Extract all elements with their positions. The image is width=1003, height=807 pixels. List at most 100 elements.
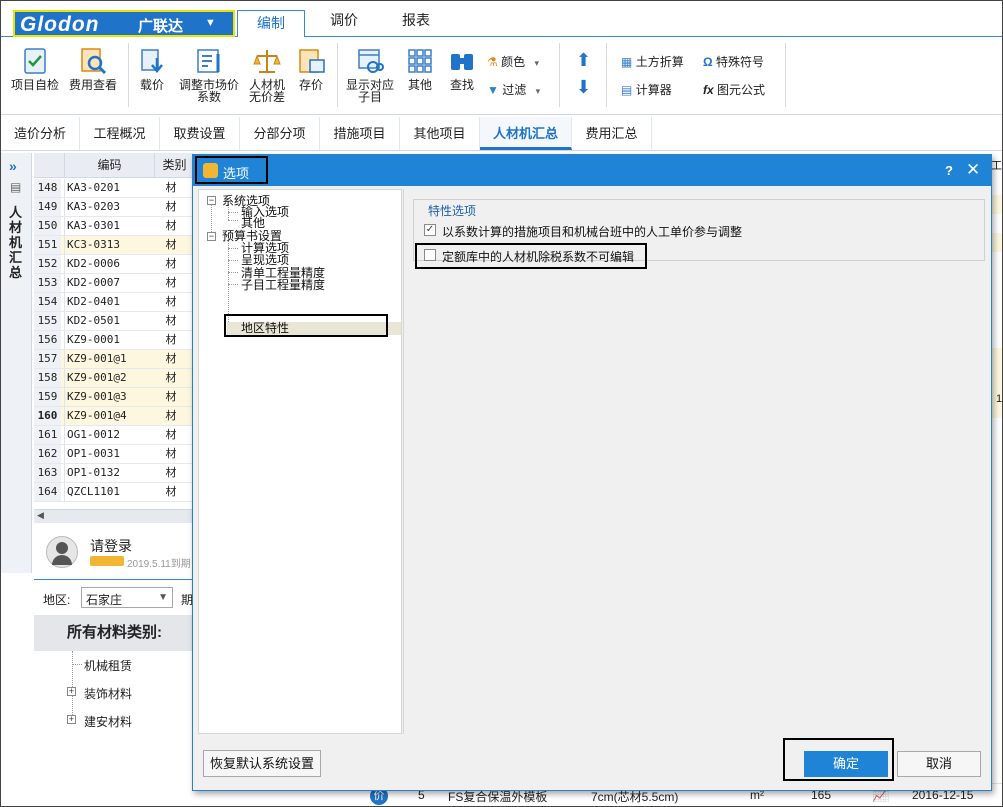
table-row[interactable]: 153 KD2-0007 材: [34, 274, 194, 293]
category-item[interactable]: 装饰材料: [84, 685, 132, 702]
table-row[interactable]: 152 KD2-0006 材: [34, 255, 194, 274]
row-type[interactable]: 材: [156, 312, 186, 330]
table-row[interactable]: 150 KA3-0301 材: [34, 217, 194, 236]
grid-header-type[interactable]: 类别: [154, 153, 194, 178]
row-code[interactable]: OG1-0012: [64, 426, 152, 444]
tree-sub-precision[interactable]: 子目工程量精度: [241, 279, 325, 291]
fee-view-button[interactable]: 费用查看: [65, 46, 121, 91]
calculator-button[interactable]: ▤ 计算器: [621, 81, 672, 98]
row-code[interactable]: KZ9-001@2: [64, 369, 152, 387]
restore-defaults-button[interactable]: 恢复默认系统设置: [203, 750, 321, 777]
tab-fee-summary[interactable]: 费用汇总: [572, 117, 652, 150]
row-code[interactable]: KD2-0401: [64, 293, 152, 311]
opt1-label[interactable]: 以系数计算的措施项目和机械台班中的人工单价参与调整: [442, 223, 742, 240]
table-row[interactable]: 160 KZ9-001@4 材: [34, 407, 194, 426]
row-type[interactable]: 材: [156, 445, 186, 463]
row-type[interactable]: 材: [156, 255, 186, 273]
tab-other-items[interactable]: 其他项目: [400, 117, 480, 150]
tab-cost-analysis[interactable]: 造价分析: [1, 117, 80, 150]
filter-button[interactable]: ▼ 过滤 ▾: [487, 81, 540, 98]
row-type[interactable]: 材: [156, 407, 186, 425]
row-code[interactable]: KD2-0007: [64, 274, 152, 292]
project-check-button[interactable]: 项目自检: [9, 46, 61, 91]
category-item[interactable]: 建安材料: [84, 713, 132, 730]
category-item[interactable]: 机械租赁: [84, 657, 132, 674]
row-code[interactable]: OP1-0132: [64, 464, 152, 482]
earthwork-convert-button[interactable]: ▦ 土方折算: [621, 53, 684, 70]
row-code[interactable]: KD2-0501: [64, 312, 152, 330]
opt1-checkbox[interactable]: ✓: [424, 224, 436, 236]
avatar[interactable]: [46, 536, 78, 568]
table-row[interactable]: 156 KZ9-0001 材: [34, 331, 194, 350]
region-select[interactable]: 石家庄 ▼: [81, 587, 173, 608]
table-row[interactable]: 151 KC3-0313 材: [34, 236, 194, 255]
show-sub-item-button[interactable]: 显示对应 子目: [342, 46, 398, 103]
tab-project-overview[interactable]: 工程概况: [80, 117, 160, 150]
tab-labor-material-summary[interactable]: 人材机汇总: [480, 117, 572, 150]
tree-display-options[interactable]: 呈现选项: [241, 254, 289, 266]
row-type[interactable]: 材: [156, 236, 186, 254]
tab-sub-items[interactable]: 分部分项: [240, 117, 320, 150]
row-code[interactable]: KZ9-0001: [64, 331, 152, 349]
row-type[interactable]: 材: [156, 350, 186, 368]
row-code[interactable]: KD2-0006: [64, 255, 152, 273]
row-type[interactable]: 材: [156, 483, 186, 501]
row-type[interactable]: 材: [156, 331, 186, 349]
table-row[interactable]: 148 KA3-0201 材: [34, 179, 194, 198]
move-down-arrow-icon[interactable]: ⬇: [576, 77, 591, 98]
move-up-arrow-icon[interactable]: ⬆: [576, 50, 591, 71]
menu-report[interactable]: 报表: [402, 10, 430, 30]
dialog-titlebar[interactable]: 选项 ? ✕: [193, 155, 991, 186]
special-symbol-button[interactable]: Ω 特殊符号: [703, 53, 764, 70]
glodon-logo-menu[interactable]: Glodon 广联达 ▼: [13, 10, 235, 37]
row-type[interactable]: 材: [156, 388, 186, 406]
table-row[interactable]: 154 KD2-0401 材: [34, 293, 194, 312]
table-row[interactable]: 157 KZ9-001@1 材: [34, 350, 194, 369]
row-type[interactable]: 材: [156, 217, 186, 235]
table-row[interactable]: 159 KZ9-001@3 材: [34, 388, 194, 407]
row-code[interactable]: KZ9-001@1: [64, 350, 152, 368]
menu-adjust-price[interactable]: 调价: [330, 10, 358, 30]
table-row[interactable]: 162 OP1-0031 材: [34, 445, 194, 464]
row-type[interactable]: 材: [156, 274, 186, 292]
load-price-button[interactable]: 载价: [133, 46, 171, 91]
close-icon[interactable]: ✕: [966, 160, 980, 180]
row-code[interactable]: OP1-0031: [64, 445, 152, 463]
other-button[interactable]: 其他: [402, 46, 438, 91]
login-text[interactable]: 请登录: [90, 536, 132, 556]
save-price-button[interactable]: 存价: [293, 46, 329, 91]
table-row[interactable]: 161 OG1-0012 材: [34, 426, 194, 445]
row-type[interactable]: 材: [156, 369, 186, 387]
element-formula-button[interactable]: fx 图元公式: [703, 81, 765, 98]
horizontal-scrollbar[interactable]: ◀: [34, 509, 194, 523]
table-row[interactable]: 155 KD2-0501 材: [34, 312, 194, 331]
collapse-minus-icon[interactable]: −: [207, 196, 216, 205]
row-type[interactable]: 材: [156, 426, 186, 444]
login-panel[interactable]: 请登录 2019.5.11到期: [34, 528, 194, 576]
row-code[interactable]: KA3-0201: [64, 179, 152, 197]
adjust-market-price-button[interactable]: 调整市场价 系数: [175, 46, 243, 103]
expand-plus-icon[interactable]: +: [67, 715, 76, 724]
tab-measures[interactable]: 措施项目: [320, 117, 400, 150]
tree-other[interactable]: 其他: [241, 217, 265, 229]
row-type[interactable]: 材: [156, 293, 186, 311]
expand-plus-icon[interactable]: +: [67, 687, 76, 696]
document-icon[interactable]: ▤: [10, 180, 21, 194]
menu-edit[interactable]: 编制: [237, 10, 305, 37]
table-row[interactable]: 158 KZ9-001@2 材: [34, 369, 194, 388]
row-type[interactable]: 材: [156, 198, 186, 216]
labor-no-diff-button[interactable]: 人材机 无价差: [245, 46, 289, 103]
help-icon[interactable]: ?: [945, 163, 953, 178]
grid-header-code[interactable]: 编码: [64, 153, 154, 178]
row-code[interactable]: QZCL1101: [64, 483, 152, 501]
row-code[interactable]: KA3-0301: [64, 217, 152, 235]
tab-fee-settings[interactable]: 取费设置: [160, 117, 240, 150]
row-code[interactable]: KA3-0203: [64, 198, 152, 216]
row-type[interactable]: 材: [156, 179, 186, 197]
row-type[interactable]: 材: [156, 464, 186, 482]
table-row[interactable]: 164 QZCL1101 材: [34, 483, 194, 502]
cancel-button[interactable]: 取消: [897, 751, 981, 777]
scroll-left-icon[interactable]: ◀: [37, 510, 44, 521]
table-row[interactable]: 149 KA3-0203 材: [34, 198, 194, 217]
collapse-minus-icon[interactable]: −: [207, 232, 216, 241]
